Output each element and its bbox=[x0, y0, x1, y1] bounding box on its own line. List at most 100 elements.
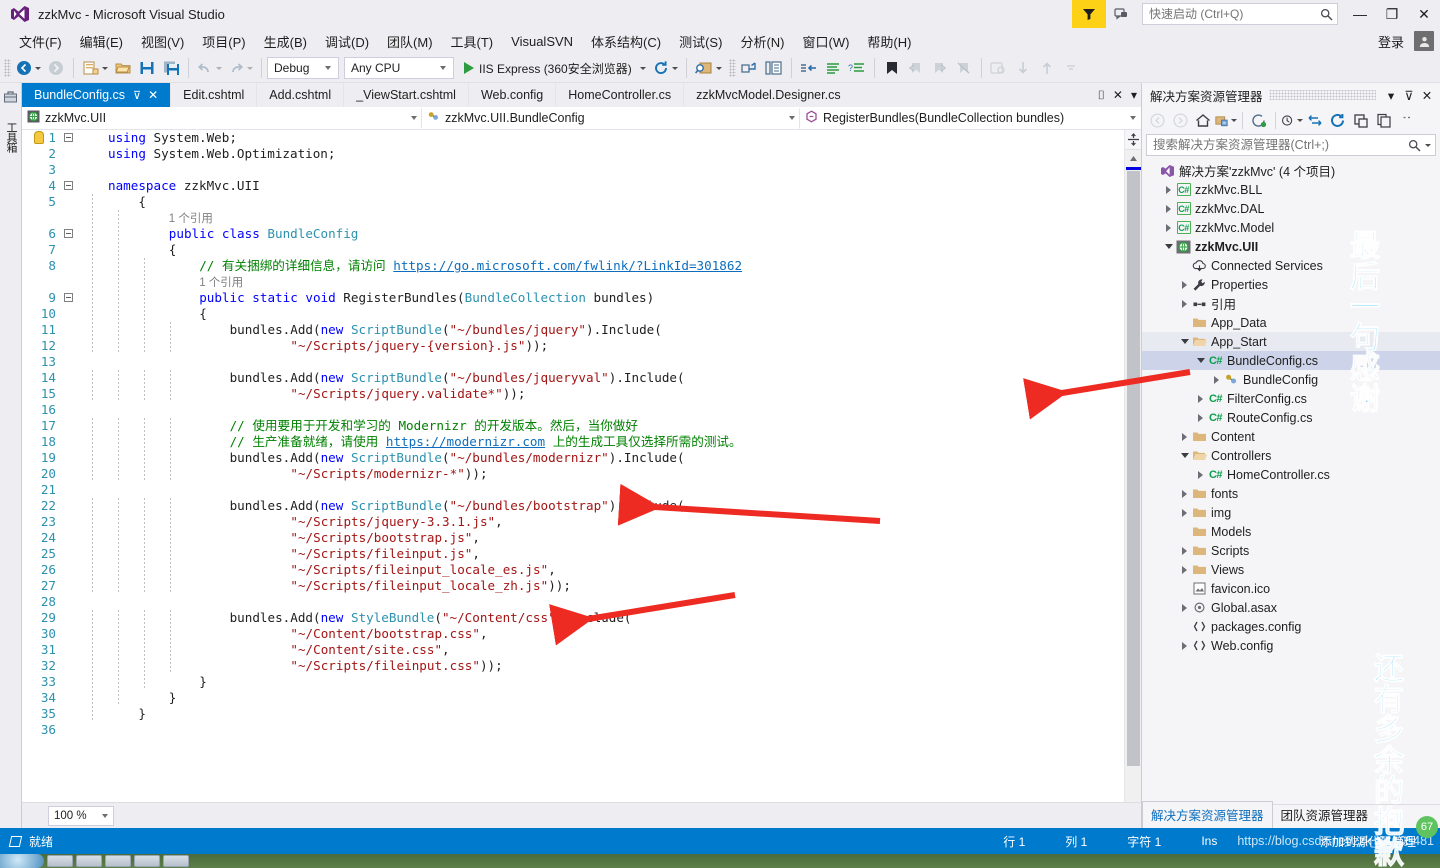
fold-toggle-icon[interactable] bbox=[64, 229, 73, 238]
tab-team-explorer[interactable]: 团队资源管理器 bbox=[1273, 802, 1377, 828]
menu-architecture[interactable]: 体系结构(C) bbox=[582, 29, 670, 54]
code-line[interactable]: 14 bundles.Add(new ScriptBundle("~/bundle… bbox=[22, 370, 1124, 386]
solution-toolbar-overflow-icon[interactable] bbox=[1396, 109, 1418, 131]
toolbar-overflow-icon[interactable] bbox=[1059, 56, 1083, 80]
tree-item-global.asax[interactable]: Global.asax bbox=[1142, 598, 1440, 617]
chevron-right-icon[interactable] bbox=[1178, 565, 1191, 574]
tree-item--[interactable]: 引用 bbox=[1142, 294, 1440, 313]
fold-gutter[interactable] bbox=[34, 130, 108, 146]
code-line[interactable]: 3 bbox=[22, 162, 1124, 178]
fold-toggle-icon[interactable] bbox=[64, 133, 73, 142]
refresh-icon[interactable] bbox=[1327, 109, 1349, 131]
fold-gutter[interactable] bbox=[62, 338, 171, 354]
lightbulb-icon[interactable] bbox=[34, 131, 44, 144]
chevron-right-icon[interactable] bbox=[1178, 299, 1191, 308]
fold-gutter[interactable] bbox=[62, 578, 171, 594]
chevron-right-icon[interactable] bbox=[1162, 204, 1175, 213]
fold-gutter[interactable] bbox=[62, 354, 108, 370]
fold-gutter[interactable] bbox=[62, 242, 119, 258]
open-file-icon[interactable] bbox=[111, 56, 135, 80]
tree-item-connected-services[interactable]: Connected Services bbox=[1142, 256, 1440, 275]
taskbar-item[interactable] bbox=[105, 855, 131, 867]
fold-gutter[interactable] bbox=[62, 434, 171, 450]
code-line[interactable]: 9 public static void RegisterBundles(Bund… bbox=[22, 290, 1124, 306]
code-line[interactable]: 1 using System.Web; bbox=[22, 130, 1124, 146]
document-tab-bundleconfig[interactable]: BundleConfig.cs ⊽ ✕ bbox=[22, 83, 172, 107]
chevron-down-icon[interactable] bbox=[1178, 339, 1191, 344]
step-down-icon[interactable] bbox=[1011, 56, 1035, 80]
tab-solution-explorer[interactable]: 解决方案资源管理器 bbox=[1142, 801, 1273, 828]
code-line[interactable]: 15 "~/Scripts/jquery.validate*")); bbox=[22, 386, 1124, 402]
fold-gutter[interactable] bbox=[62, 706, 108, 722]
tree-item-web.config[interactable]: Web.config bbox=[1142, 636, 1440, 655]
menu-window[interactable]: 窗口(W) bbox=[793, 29, 858, 54]
editor-vertical-scrollbar[interactable] bbox=[1124, 130, 1141, 802]
refresh-icon[interactable] bbox=[650, 56, 681, 80]
code-line[interactable]: 29 bundles.Add(new StyleBundle("~/Content… bbox=[22, 610, 1124, 626]
tab-overflow-icon[interactable]: ▾ bbox=[1131, 88, 1137, 102]
code-line[interactable]: 33} bbox=[22, 674, 1124, 690]
taskbar-item[interactable] bbox=[163, 855, 189, 867]
preview-changes-icon[interactable] bbox=[987, 56, 1011, 80]
code-line[interactable]: 17 // 使用要用于开发和学习的 Modernizr 的开发版本。然后，当你做好 bbox=[22, 418, 1124, 434]
code-line[interactable]: 4 namespace zzkMvc.UII bbox=[22, 178, 1124, 194]
chevron-right-icon[interactable] bbox=[1178, 603, 1191, 612]
add-to-source-control-label[interactable]: 添加到源代码管理 bbox=[1320, 833, 1416, 850]
code-editor[interactable]: 1 using System.Web; 2 using System.Web.Opti… bbox=[22, 130, 1141, 802]
code-line[interactable]: 5{ bbox=[22, 194, 1124, 210]
scrollbar-thumb[interactable] bbox=[1127, 171, 1140, 766]
solution-search-input[interactable] bbox=[1153, 138, 1408, 152]
fold-gutter[interactable] bbox=[62, 402, 108, 418]
code-line[interactable]: 28 bbox=[22, 594, 1124, 610]
code-line[interactable]: 26 "~/Scripts/fileinput_locale_es.js", bbox=[22, 562, 1124, 578]
chevron-right-icon[interactable] bbox=[1178, 546, 1191, 555]
fold-gutter[interactable] bbox=[62, 386, 171, 402]
tree-item-app_start[interactable]: App_Start bbox=[1142, 332, 1440, 351]
chevron-right-icon[interactable] bbox=[1162, 223, 1175, 232]
code-line[interactable]: 36 bbox=[22, 722, 1124, 738]
fold-gutter[interactable] bbox=[62, 610, 171, 626]
save-icon[interactable] bbox=[135, 56, 159, 80]
redo-icon[interactable] bbox=[225, 56, 256, 80]
chevron-right-icon[interactable] bbox=[1194, 394, 1207, 403]
fold-gutter[interactable] bbox=[62, 290, 145, 306]
fold-gutter[interactable] bbox=[62, 370, 171, 386]
code-line[interactable]: 27 "~/Scripts/fileinput_locale_zh.js")); bbox=[22, 578, 1124, 594]
toolbox-icon[interactable] bbox=[0, 87, 21, 104]
show-all-files-icon[interactable] bbox=[1281, 109, 1303, 131]
fold-gutter[interactable] bbox=[62, 162, 108, 178]
code-line[interactable]: 7{ bbox=[22, 242, 1124, 258]
feedback-smiley-icon[interactable] bbox=[1106, 0, 1136, 28]
code-line[interactable]: 21 bbox=[22, 482, 1124, 498]
code-line[interactable]: 23 "~/Scripts/jquery-3.3.1.js", bbox=[22, 514, 1124, 530]
start-button-icon[interactable] bbox=[0, 854, 44, 868]
code-line[interactable]: 25 "~/Scripts/fileinput.js", bbox=[22, 546, 1124, 562]
tree-item-zzkmvc.model[interactable]: C# zzkMvc.Model bbox=[1142, 218, 1440, 237]
navigate-forward-icon[interactable] bbox=[44, 56, 68, 80]
tree-item-views[interactable]: Views bbox=[1142, 560, 1440, 579]
fold-gutter[interactable] bbox=[62, 274, 145, 290]
fold-gutter[interactable] bbox=[62, 210, 119, 226]
tree-item-zzkmvc.dal[interactable]: C# zzkMvc.DAL bbox=[1142, 199, 1440, 218]
code-line[interactable]: 8 // 有关捆绑的详细信息，请访问 https://go.microsoft.c… bbox=[22, 258, 1124, 274]
panel-close-icon[interactable]: ✕ bbox=[1418, 88, 1436, 103]
fold-gutter[interactable] bbox=[62, 722, 108, 738]
fold-gutter[interactable] bbox=[62, 466, 171, 482]
code-line[interactable]: 30 "~/Content/bootstrap.css", bbox=[22, 626, 1124, 642]
tree-item-favicon.ico[interactable]: favicon.ico bbox=[1142, 579, 1440, 598]
project-selector[interactable]: zzkMvc.UII bbox=[22, 107, 422, 129]
zoom-level-combo[interactable]: 100 % bbox=[48, 805, 114, 826]
fold-gutter[interactable] bbox=[62, 498, 171, 514]
document-tab-zzkmvcmodel-designer[interactable]: zzkMvcModel.Designer.cs bbox=[684, 83, 853, 107]
chevron-right-icon[interactable] bbox=[1178, 641, 1191, 650]
fold-gutter[interactable] bbox=[62, 562, 171, 578]
collapse-all-icon[interactable] bbox=[1304, 109, 1326, 131]
code-line[interactable]: 20 "~/Scripts/modernizr-*")); bbox=[22, 466, 1124, 482]
menu-help[interactable]: 帮助(H) bbox=[858, 29, 920, 54]
menu-test[interactable]: 测试(S) bbox=[670, 29, 731, 54]
code-line[interactable]: 32 "~/Scripts/fileinput.css")); bbox=[22, 658, 1124, 674]
fold-gutter[interactable] bbox=[62, 626, 171, 642]
float-document-icon[interactable]: ⌷ bbox=[1098, 88, 1105, 103]
account-avatar-icon[interactable] bbox=[1414, 31, 1434, 51]
tree-item-zzkmvc.bll[interactable]: C# zzkMvc.BLL bbox=[1142, 180, 1440, 199]
